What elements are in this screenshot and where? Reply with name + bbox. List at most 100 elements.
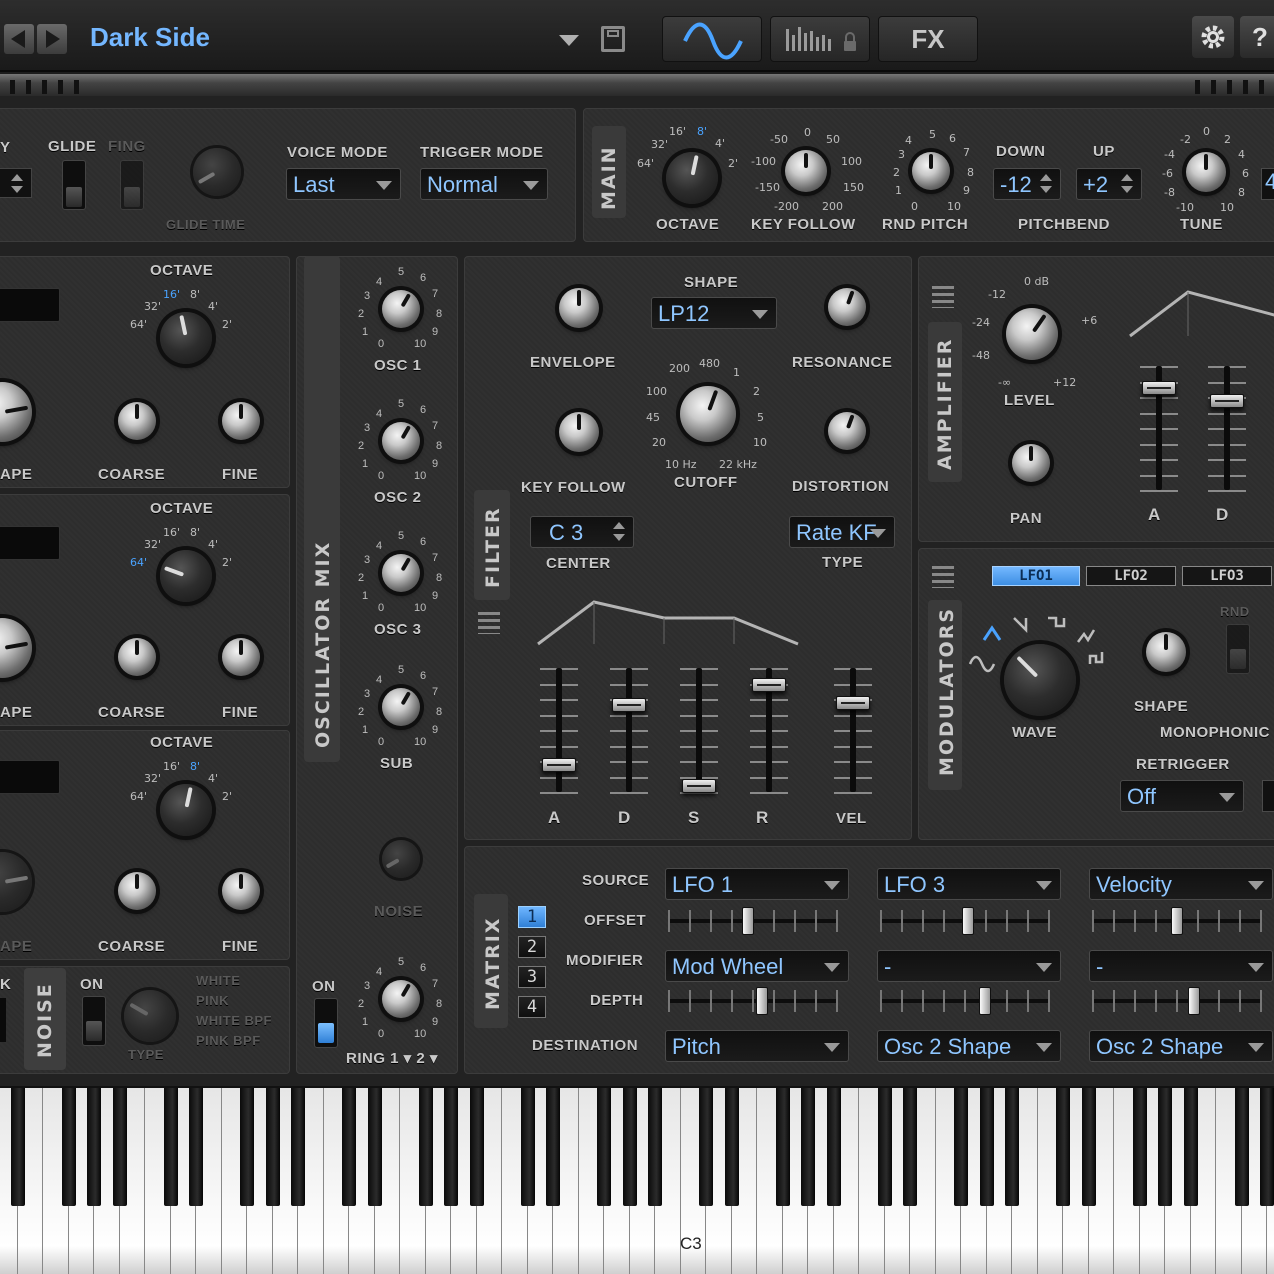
next-preset-button[interactable] (37, 24, 67, 54)
black-key[interactable] (954, 1088, 968, 1206)
black-key[interactable] (189, 1088, 203, 1206)
black-key[interactable] (112, 1088, 127, 1206)
lfo1-tab[interactable]: LFO1 (992, 566, 1080, 586)
matrix-slot-2-button[interactable]: 2 (518, 936, 546, 958)
voice-mode-dropdown[interactable]: Last (286, 168, 401, 200)
filter-key-follow-knob[interactable] (559, 412, 599, 452)
lfo-retrigger-dropdown[interactable]: Off (1120, 780, 1244, 812)
matrix-slot-3-button[interactable]: 3 (518, 966, 546, 988)
osc2-coarse-knob[interactable] (118, 638, 156, 676)
matrix-destination-dropdown[interactable]: Osc 2 Shape (1089, 1030, 1273, 1062)
black-key[interactable] (724, 1088, 739, 1206)
black-key[interactable] (826, 1088, 841, 1206)
filter-sustain-slider-handle[interactable] (682, 778, 716, 793)
pitchbend-up-stepper[interactable]: +2 (1076, 168, 1142, 200)
osc3-fine-knob[interactable] (222, 872, 260, 910)
matrix-modifier-dropdown[interactable]: - (1089, 950, 1273, 982)
settings-button[interactable] (1192, 16, 1234, 58)
ring-on-toggle[interactable] (314, 998, 338, 1048)
black-key[interactable] (979, 1088, 994, 1206)
noise-level-knob[interactable] (382, 840, 420, 878)
amplifier-menu-icon[interactable] (932, 286, 954, 308)
filter-attack-slider-track[interactable] (556, 668, 562, 792)
black-key[interactable] (240, 1088, 254, 1206)
matrix-slot-1-button[interactable]: 1 (518, 906, 546, 928)
black-key[interactable] (801, 1088, 815, 1206)
black-key[interactable] (342, 1088, 356, 1206)
matrix-modifier-dropdown[interactable]: - (877, 950, 1061, 982)
noise-type-knob[interactable] (124, 990, 176, 1042)
osc3-octave-knob[interactable] (160, 784, 212, 836)
trigger-mode-dropdown[interactable]: Normal (420, 168, 548, 200)
glide-toggle[interactable] (62, 160, 86, 210)
prev-preset-button[interactable] (4, 24, 34, 54)
black-key[interactable] (1056, 1088, 1070, 1206)
amp-pan-knob[interactable] (1012, 444, 1050, 482)
black-key[interactable] (163, 1088, 178, 1206)
osc1-coarse-knob[interactable] (118, 402, 156, 440)
black-key[interactable] (444, 1088, 458, 1206)
black-key[interactable] (775, 1088, 790, 1206)
matrix-modifier-dropdown[interactable]: Mod Wheel (665, 950, 849, 982)
matrix-depth-slider[interactable] (1092, 986, 1262, 1016)
black-key[interactable] (597, 1088, 611, 1206)
filter-shape-dropdown[interactable]: LP12 (651, 297, 777, 329)
matrix-destination-dropdown[interactable]: Osc 2 Shape (877, 1030, 1061, 1062)
amp-decay-slider-handle[interactable] (1210, 393, 1244, 408)
fing-toggle[interactable] (120, 160, 144, 210)
black-key[interactable] (699, 1088, 713, 1206)
black-key[interactable] (265, 1088, 280, 1206)
black-key[interactable] (10, 1088, 25, 1206)
key-follow-knob[interactable] (785, 150, 827, 192)
ring-label[interactable]: RING 1 ▾ 2 ▾ (346, 1049, 438, 1067)
lfo-shape-knob[interactable] (1146, 632, 1186, 672)
osc3-coarse-knob[interactable] (118, 872, 156, 910)
filter-attack-slider-handle[interactable] (542, 757, 576, 772)
black-key[interactable] (1260, 1088, 1274, 1206)
matrix-depth-slider[interactable] (668, 986, 838, 1016)
black-key[interactable] (87, 1088, 101, 1206)
voices-stepper[interactable] (0, 168, 32, 198)
arp-tab-button[interactable] (770, 16, 870, 62)
matrix-offset-slider[interactable] (880, 906, 1050, 936)
osc2-fine-knob[interactable] (222, 638, 260, 676)
matrix-slot-4-button[interactable]: 4 (518, 996, 546, 1018)
pitchbend-down-stepper[interactable]: -12 (993, 168, 1061, 200)
filter-release-slider-handle[interactable] (752, 678, 786, 693)
black-key[interactable] (1183, 1088, 1198, 1206)
matrix-depth-slider[interactable] (880, 986, 1050, 1016)
osc1-octave-knob[interactable] (160, 312, 212, 364)
fx-tab-button[interactable]: FX (878, 16, 978, 62)
filter-resonance-knob[interactable] (828, 288, 866, 326)
slider-handle[interactable] (755, 987, 768, 1015)
lfo3-tab[interactable]: LFO3 (1182, 566, 1272, 586)
black-key[interactable] (520, 1088, 535, 1206)
slider-handle[interactable] (962, 907, 975, 935)
black-key[interactable] (1158, 1088, 1172, 1206)
filter-type-dropdown[interactable]: Rate KF (789, 516, 895, 548)
black-key[interactable] (546, 1088, 560, 1206)
amp-level-knob[interactable] (1006, 308, 1058, 360)
synth-tab-button[interactable] (662, 16, 762, 62)
preset-dropdown-icon[interactable] (559, 35, 579, 46)
slider-handle[interactable] (1188, 987, 1200, 1015)
black-key[interactable] (622, 1088, 637, 1206)
modulators-menu-icon[interactable] (932, 566, 954, 588)
matrix-source-dropdown[interactable]: LFO 1 (665, 868, 849, 900)
noise-on-toggle[interactable] (82, 996, 106, 1046)
black-key[interactable] (61, 1088, 76, 1206)
edge-field[interactable]: 4 (1261, 168, 1274, 200)
black-key[interactable] (877, 1088, 892, 1206)
filter-velocity-slider-track[interactable] (850, 668, 856, 792)
matrix-offset-slider[interactable] (668, 906, 838, 936)
lfo2-tab[interactable]: LFO2 (1086, 566, 1176, 586)
lfo-edge-field[interactable] (1262, 780, 1274, 812)
matrix-destination-dropdown[interactable]: Pitch (665, 1030, 849, 1062)
octave-knob[interactable] (666, 152, 718, 204)
osc1-fine-knob[interactable] (222, 402, 260, 440)
filter-decay-slider-track[interactable] (626, 668, 632, 792)
filter-decay-slider-handle[interactable] (612, 698, 646, 713)
noise-left-field[interactable] (0, 998, 6, 1042)
lfo-rnd-toggle[interactable] (1226, 624, 1250, 674)
amp-attack-slider-handle[interactable] (1142, 381, 1176, 396)
